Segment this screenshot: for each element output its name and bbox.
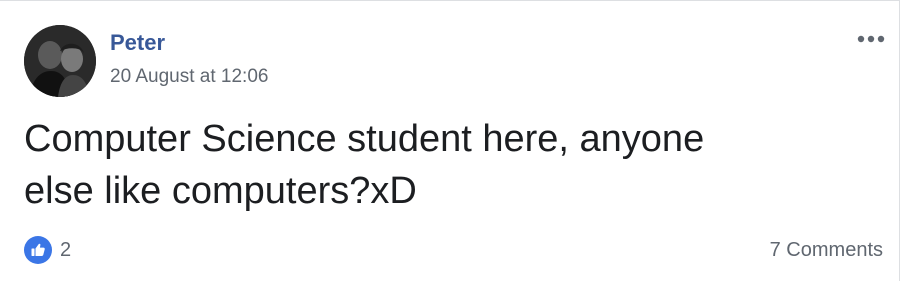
more-options-icon bbox=[857, 35, 885, 43]
avatar[interactable] bbox=[24, 25, 96, 97]
like-thumbs-up-icon bbox=[24, 236, 52, 264]
post-timestamp[interactable]: 20 August at 12:06 bbox=[110, 65, 268, 89]
post-card: Peter 20 August at 12:06 Computer Scienc… bbox=[0, 0, 900, 281]
like-count: 2 bbox=[60, 239, 72, 261]
author-name-link[interactable]: Peter bbox=[110, 30, 165, 56]
profile-photo-icon bbox=[24, 25, 96, 97]
post-text-line: else like computers?xD bbox=[24, 170, 417, 212]
reactions-summary[interactable]: 2 bbox=[24, 236, 71, 264]
more-options-button[interactable] bbox=[853, 25, 889, 53]
post-text-line: Computer Science student here, anyone bbox=[24, 118, 705, 160]
comments-count-link[interactable]: 7 Comments bbox=[770, 236, 883, 264]
post-text: Computer Science student here, anyone el… bbox=[24, 113, 844, 217]
